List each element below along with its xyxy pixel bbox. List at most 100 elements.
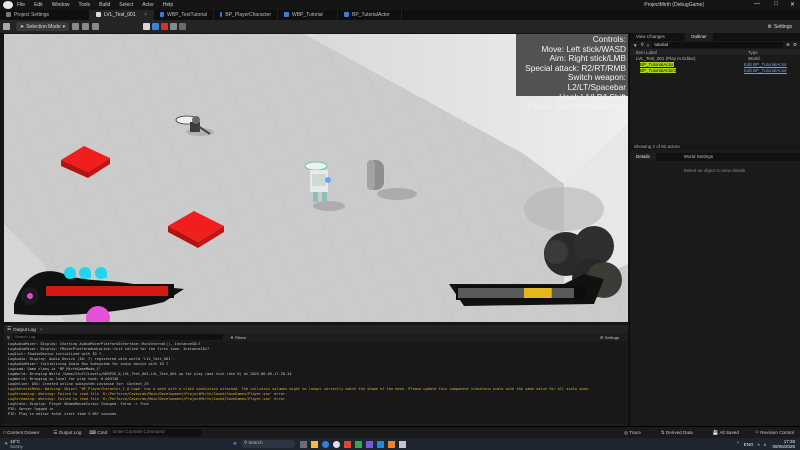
tab-blueprint-player[interactable]: BP_PlayerCharacter [214,10,278,20]
tab-level[interactable]: LVL_Test_001 × [90,10,154,20]
close-tab-icon[interactable]: × [40,327,43,332]
output-log-label: Output Log [58,429,82,435]
search-icon: ⚲ [7,334,10,340]
list-item[interactable]: BP_TutorialActor Edit BP_TutorialActor [630,61,800,67]
log-settings-label: Settings [604,334,619,340]
language-indicator[interactable]: ENG [744,442,754,447]
stop-button[interactable] [161,23,169,30]
app-icon[interactable] [365,440,373,448]
menu-window[interactable]: Window [52,2,70,8]
output-log-button[interactable]: ☰ Output Log [53,430,81,436]
maximize-icon[interactable]: □ [774,1,778,7]
derived-data-button[interactable]: ⇅ Derived Data [661,430,693,436]
unreal-taskbar-icon[interactable] [332,440,340,448]
filters-button[interactable]: ▼ Filters [230,335,246,340]
tab-blueprint-tutorial[interactable]: BP_TutorialActor [338,10,402,20]
volume-icon[interactable]: ♬ [763,442,768,447]
minimize-icon[interactable]: — [754,1,760,7]
tab-label: WBP_TestTutorial [167,12,207,18]
edge-icon[interactable] [321,440,329,448]
close-icon[interactable]: ✕ [790,1,795,8]
settings-button[interactable]: ⚙ Settings [763,22,796,31]
project-name: ProjectMirth (DebugGame) [644,2,704,8]
menu-file[interactable]: File [17,2,25,8]
blueprint-menu-icon[interactable] [82,23,90,30]
app-icon[interactable] [343,440,351,448]
outliner-status: Showing 2 of 82 actors [630,144,800,150]
heal-charges [64,267,107,279]
tab-details[interactable]: Details [630,153,656,161]
menu-select[interactable]: Select [119,2,133,8]
windows-start-icon[interactable]: ❖ [233,441,237,447]
taskbar-search[interactable]: ⚲ Search [240,440,295,448]
log-settings-button[interactable]: ⚙ Settings [600,335,619,340]
wifi-icon[interactable]: ≈ [757,442,759,447]
tab-world-settings[interactable]: World Settings [678,153,719,161]
world-type: World [748,55,760,61]
skip-frame-button[interactable] [152,23,160,30]
content-drawer-label: Content Drawer [7,430,40,435]
revision-control-button[interactable]: ⚐ Revision Control [755,430,794,436]
outliner-item-type[interactable]: Edit BP_TutorialActor [744,68,790,73]
all-saved-button[interactable]: 💾 All Saved [713,430,739,436]
file-explorer-icon[interactable] [310,440,318,448]
outliner-search-input[interactable]: tutorial [652,42,784,48]
menu-tools[interactable]: Tools [78,2,90,8]
col-item-label[interactable]: Item Label [636,50,748,55]
log-line: PIE: Play in editor total start time 3.9… [8,412,119,416]
close-tab-icon[interactable]: × [144,12,147,18]
output-log-tab[interactable]: ☰ Output Log × [4,325,628,333]
task-view-icon[interactable] [299,440,307,448]
menu-edit[interactable]: Edit [34,2,43,8]
weather-icon: ☀ [4,441,9,446]
tab-project-settings[interactable]: Project Settings [0,10,90,20]
app-icon[interactable] [387,440,395,448]
outliner-item-type[interactable]: Edit BP_TutorialActor [744,62,790,67]
clear-search-icon[interactable]: × [647,43,650,48]
filter-icon[interactable]: ▼ [633,43,637,48]
content-drawer-button[interactable]: □ Content Drawer [3,430,39,435]
tray-chevron-icon[interactable]: ⌃ [736,441,740,447]
tab-widget[interactable]: WBP_TestTutorial [154,10,214,20]
tab-label: WBP_Tutorial [292,12,323,18]
outliner-world-row[interactable]: LVL_Test_001 (Play In Editor) World [630,55,800,61]
app-icon[interactable] [376,440,384,448]
menu-help[interactable]: Help [163,2,173,8]
cmd-button[interactable]: ⌨ Cmd [89,430,107,436]
selection-mode-dropdown[interactable]: ➤ Selection Mode ▾ [16,22,70,31]
clock[interactable]: 17:28 09/06/2025 [772,439,795,449]
details-empty-text: Select an object to view details. [683,168,747,173]
outliner-header: Item Label Type [630,49,800,55]
outliner-search-row: ▼ ⚲ × tutorial ⊕ ⚙ [630,41,800,49]
log-search-input[interactable]: Search Log [12,334,223,340]
eject-button[interactable] [170,23,178,30]
content-icon[interactable] [72,23,80,30]
tab-view-changes[interactable]: View Changes [630,33,671,41]
app-icon[interactable] [398,440,406,448]
list-item[interactable]: BP_TutorialActor2 Edit BP_TutorialActor [630,67,800,73]
trace-button[interactable]: ◎ Trace [624,430,641,436]
add-icon[interactable]: ⊕ [786,42,790,48]
pause-button[interactable] [143,23,151,30]
menu-build[interactable]: Build [99,2,110,8]
col-type[interactable]: Type [748,50,794,55]
clock-date: 09/06/2025 [772,444,795,449]
app-icon[interactable] [354,440,362,448]
revision-control-label: Revision Control [760,429,794,435]
game-viewport[interactable]: Controls: Move: Left stick/WASD Aim: Rig… [4,34,628,322]
settings-label: Settings [773,23,792,30]
weather-widget[interactable]: 18°C Sunny [10,439,23,449]
gear-icon: ⚙ [767,23,772,30]
tab-outliner[interactable]: Outliner [684,33,713,41]
menu-actor[interactable]: Actor [142,2,154,8]
cinematics-icon[interactable] [92,23,100,30]
bottom-console-input[interactable]: Enter Console Command [111,429,201,436]
tab-widget-tutorial[interactable]: WBP_Tutorial [278,10,338,20]
save-icon[interactable] [3,23,10,30]
outliner-panel: View Changes Outliner ▼ ⚲ × tutorial ⊕ ⚙… [629,33,800,433]
controls-pause: Pause: Start/Menu/Escape [527,101,626,112]
gear-icon[interactable]: ⚙ [793,42,797,48]
document-tab-bar: Project Settings LVL_Test_001 × WBP_Test… [0,10,800,20]
controls-switch: Switch weapon: L2/LT/Spacebar [567,72,626,92]
play-options-icon[interactable] [179,23,187,30]
